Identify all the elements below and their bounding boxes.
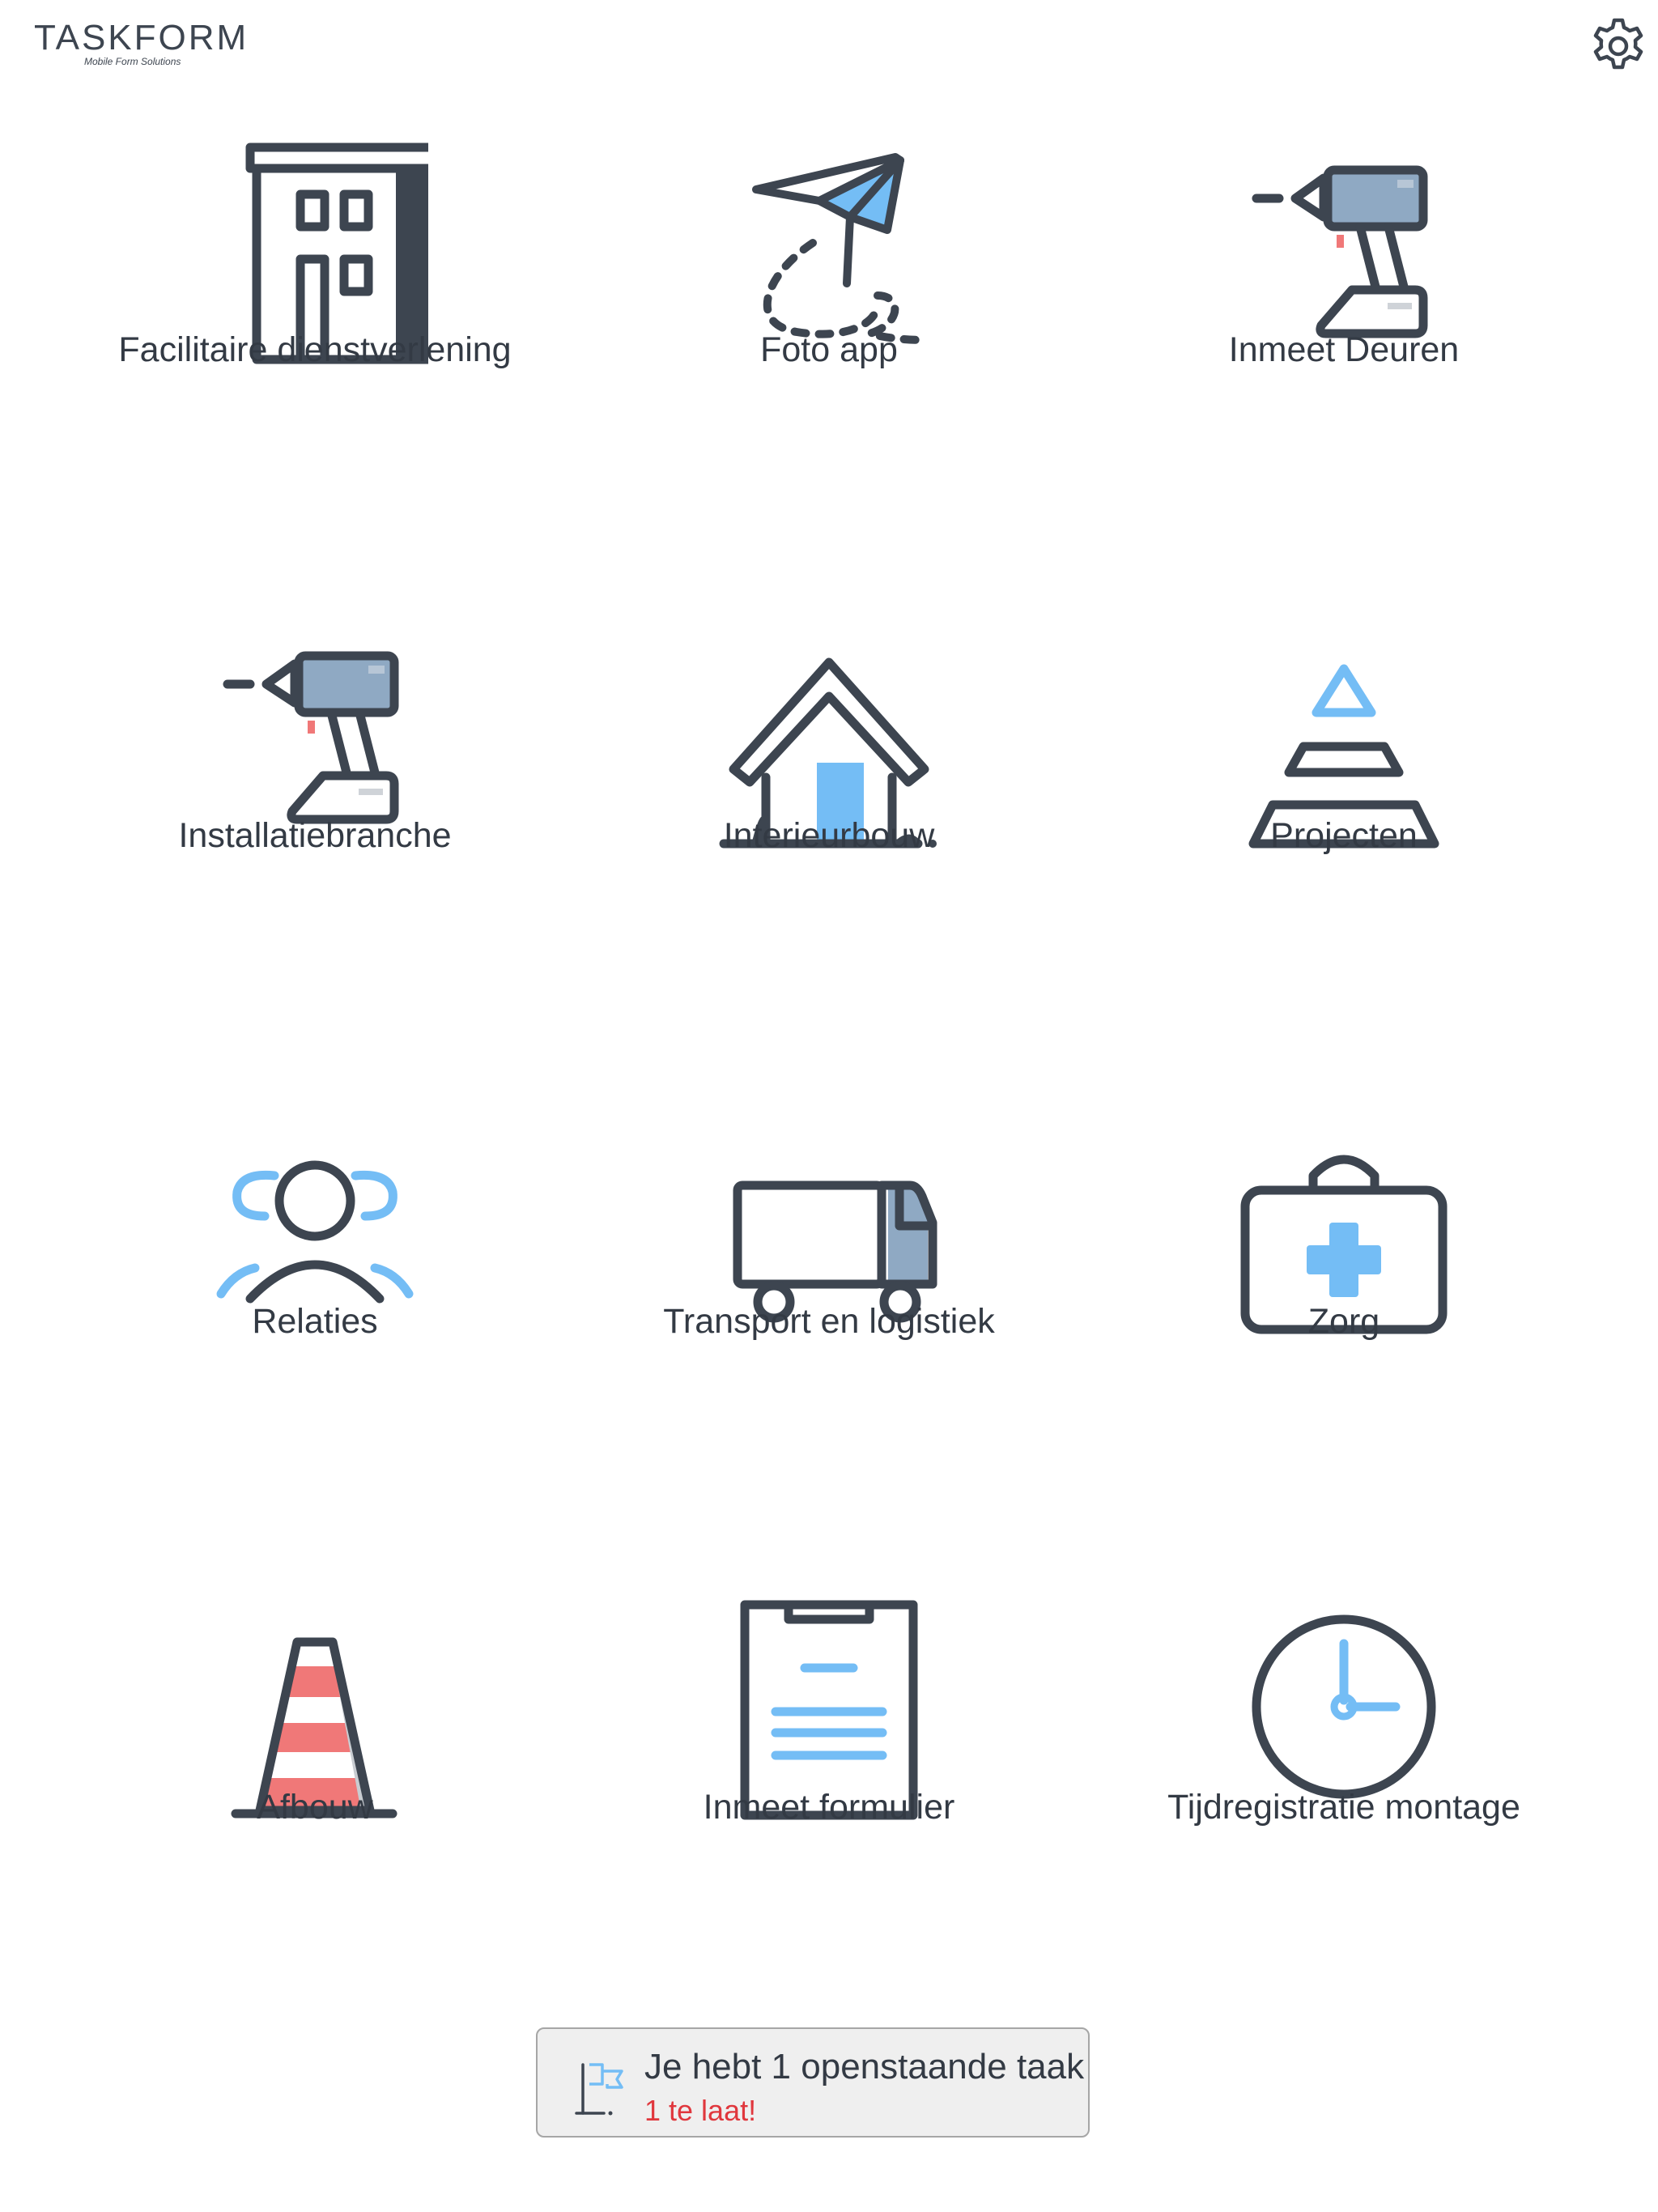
flag-icon [575, 2060, 628, 2118]
tile-label: Inmeet Deuren [1228, 330, 1460, 369]
tile-projecten[interactable]: Projecten [1085, 607, 1603, 1061]
tile-relaties[interactable]: Relaties [56, 1093, 574, 1546]
paper-plane-icon [716, 121, 942, 364]
tile-inmeet-formulier[interactable]: Inmeet formulier [570, 1579, 1088, 2032]
tile-label: Relaties [252, 1302, 378, 1341]
tile-foto-app[interactable]: Foto app [570, 121, 1088, 575]
taskform-logo: TASKFORM Mobile Form Solutions [34, 18, 253, 74]
pending-task-notification[interactable]: Je hebt 1 openstaande taak 1 te laat! [536, 2027, 1090, 2138]
people-icon [202, 1093, 428, 1336]
medical-kit-icon [1231, 1093, 1457, 1336]
notification-late-count: 1 te laat! [644, 2094, 757, 2127]
tile-label: Facilitaire dienstverlening [118, 330, 512, 369]
traffic-cone-icon [202, 1579, 428, 1822]
tile-label: Inmeet formulier [703, 1788, 955, 1827]
tile-label: Installatiebranche [178, 816, 452, 855]
logo-tagline: Mobile Form Solutions [84, 56, 181, 67]
drill-icon [1231, 121, 1457, 364]
tile-label: Projecten [1270, 816, 1418, 855]
tile-inmeet-deuren[interactable]: Inmeet Deuren [1085, 121, 1603, 575]
tile-transport-en-logistiek[interactable]: Transport en logistiek [570, 1093, 1088, 1546]
clock-icon [1231, 1579, 1457, 1822]
truck-icon [716, 1093, 942, 1336]
pyramid-icon [1231, 607, 1457, 850]
tile-label: Transport en logistiek [663, 1302, 995, 1341]
notification-title: Je hebt 1 openstaande taak [644, 2047, 1085, 2087]
gear-icon[interactable] [1588, 16, 1648, 76]
tile-tijdregistratie-montage[interactable]: Tijdregistratie montage [1085, 1579, 1603, 2032]
clipboard-icon [716, 1579, 942, 1822]
tile-installatiebranche[interactable]: Installatiebranche [56, 607, 574, 1061]
tile-afbouw[interactable]: Afbouw [56, 1579, 574, 2032]
tile-zorg[interactable]: Zorg [1085, 1093, 1603, 1546]
tile-interieurbouw[interactable]: Interieurbouw [570, 607, 1088, 1061]
tile-label: Afbouw [257, 1788, 373, 1827]
logo-wordmark: TASKFORM [34, 18, 249, 57]
tile-facilitaire-dienstverlening[interactable]: Facilitaire dienstverlening [56, 121, 574, 575]
tile-label: Foto app [760, 330, 898, 369]
tile-label: Tijdregistratie montage [1167, 1788, 1520, 1827]
tile-label: Interieurbouw [723, 816, 935, 855]
tile-label: Zorg [1307, 1302, 1380, 1341]
house-icon [716, 607, 942, 850]
drill-icon [202, 607, 428, 850]
building-icon [202, 121, 457, 364]
